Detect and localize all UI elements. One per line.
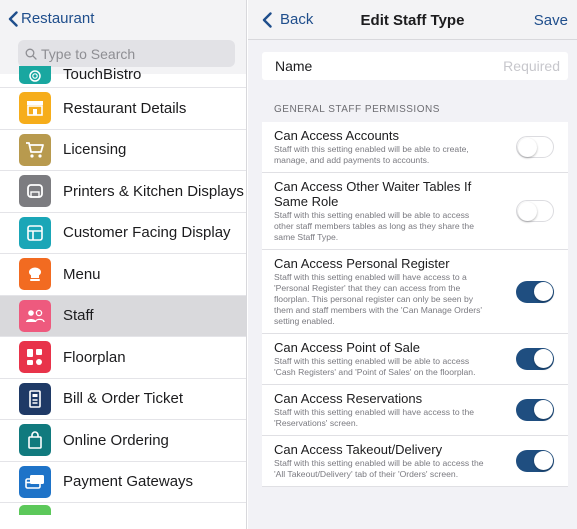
toggle-can-access-other-waiter-tables[interactable] (516, 200, 554, 222)
permission-row-other-waiter-tables: Can Access Other Waiter Tables If Same R… (262, 173, 568, 250)
shopping-bag-icon (19, 424, 51, 457)
permission-description: Staff with this setting enabled will be … (274, 458, 484, 479)
search-icon (25, 48, 37, 60)
permission-description: Staff with this setting enabled will be … (274, 144, 469, 165)
permission-row-reservations: Can Access Reservations Staff with this … (262, 385, 568, 436)
toggle-can-access-personal-register[interactable] (516, 280, 554, 303)
permission-title: Can Access Accounts (274, 128, 400, 143)
permission-title: Can Access Point of Sale (274, 340, 420, 355)
restaurant-back-button[interactable]: Restaurant (8, 10, 94, 27)
next-category-icon (19, 505, 51, 515)
permission-description: Staff with this setting enabled will hav… (274, 272, 483, 326)
sidebar-item-label: Payment Gateways (63, 473, 194, 491)
sidebar-item-label: Online Ordering (63, 431, 169, 449)
toggle-knob (533, 349, 553, 368)
back-label: Back (280, 11, 314, 28)
sidebar-item-label: TouchBistro (63, 66, 142, 83)
sidebar-item-restaurant-details[interactable]: Restaurant Details (0, 88, 246, 130)
section-header-general-permissions: GENERAL STAFF PERMISSIONS (274, 104, 440, 115)
sidebar-item-label: Restaurant Details (63, 99, 187, 117)
toggle-can-access-takeout-delivery[interactable] (516, 450, 554, 472)
shopping-cart-icon (19, 133, 51, 166)
search-box[interactable] (18, 40, 235, 67)
restaurant-back-label: Restaurant (21, 10, 95, 27)
save-button[interactable]: Save (534, 12, 568, 29)
sidebar-item-label: Staff (63, 307, 94, 325)
sidebar-item-printers-kitchen-displays[interactable]: Printers & Kitchen Displays (0, 171, 246, 213)
permission-title: Can Access Takeout/Delivery (274, 442, 443, 457)
touchbistro-logo-icon (19, 66, 51, 84)
sidebar-item-label: Floorplan (63, 348, 126, 366)
receipt-icon (19, 382, 51, 415)
permission-description: Staff with this setting enabled will be … (274, 356, 476, 377)
toggle-knob (533, 451, 553, 470)
settings-category-list: TouchBistro Restaurant Details Licensing… (0, 66, 246, 515)
printer-icon (19, 175, 51, 208)
toggle-knob (533, 281, 553, 301)
floorplan-tables-icon (19, 341, 51, 374)
sidebar-item-label: Customer Facing Display (63, 224, 231, 242)
toggle-knob (518, 201, 537, 221)
permissions-list: Can Access Accounts Staff with this sett… (262, 122, 568, 487)
toggle-knob (518, 137, 537, 157)
permission-title: Can Access Reservations (274, 391, 423, 406)
chevron-left-icon (8, 10, 18, 27)
sidebar-item-next[interactable] (0, 503, 246, 515)
toggle-can-access-reservations[interactable] (516, 399, 554, 421)
permission-row-personal-register: Can Access Personal Register Staff with … (262, 250, 568, 334)
sidebar-item-menu[interactable]: Menu (0, 254, 246, 296)
sidebar-item-payment-gateways[interactable]: Payment Gateways (0, 462, 246, 503)
sidebar-item-customer-facing-display[interactable]: Customer Facing Display (0, 213, 246, 254)
edit-staff-type-panel: Back Edit Staff Type Save Name GENERAL S… (248, 0, 577, 529)
sidebar-item-label: Licensing (63, 141, 127, 159)
sidebar-item-staff[interactable]: Staff (0, 295, 246, 337)
permission-row-point-of-sale: Can Access Point of Sale Staff with this… (262, 334, 568, 385)
name-input[interactable] (410, 58, 560, 74)
toggle-can-access-accounts[interactable] (516, 136, 554, 158)
navigation-bar: Back Edit Staff Type Save (248, 0, 577, 40)
chevron-left-icon (262, 11, 272, 28)
sidebar-item-online-ordering[interactable]: Online Ordering (0, 420, 246, 462)
sidebar-item-licensing[interactable]: Licensing (0, 130, 246, 171)
chef-hat-icon (19, 258, 51, 291)
toggle-knob (533, 400, 553, 419)
people-icon (19, 299, 51, 332)
toggle-can-access-point-of-sale[interactable] (516, 348, 554, 370)
sidebar-item-label: Printers & Kitchen Displays (63, 182, 244, 200)
back-button[interactable]: Back (262, 11, 313, 28)
sidebar-item-label: Menu (63, 265, 101, 283)
name-field-row: Name (262, 52, 568, 80)
name-field-label: Name (275, 58, 313, 74)
display-layout-icon (19, 216, 51, 249)
permission-description: Staff with this setting enabled will be … (274, 210, 474, 242)
sidebar-item-label: Bill & Order Ticket (63, 390, 184, 408)
storefront-icon (19, 92, 51, 125)
permission-row-takeout-delivery: Can Access Takeout/Delivery Staff with t… (262, 436, 568, 487)
permission-title: Can Access Other Waiter Tables If Same R… (274, 179, 472, 209)
sidebar-item-touchbistro[interactable]: TouchBistro (0, 66, 246, 88)
credit-card-icon (19, 465, 51, 498)
sidebar-item-floorplan[interactable]: Floorplan (0, 337, 246, 379)
permission-title: Can Access Personal Register (274, 256, 450, 271)
sidebar-item-bill-order-ticket[interactable]: Bill & Order Ticket (0, 379, 246, 420)
search-input[interactable] (41, 45, 221, 62)
settings-sidebar: Restaurant TouchBistro Restaurant Detail… (0, 0, 247, 529)
permission-description: Staff with this setting enabled will hav… (274, 407, 474, 428)
permission-row-accounts: Can Access Accounts Staff with this sett… (262, 122, 568, 173)
